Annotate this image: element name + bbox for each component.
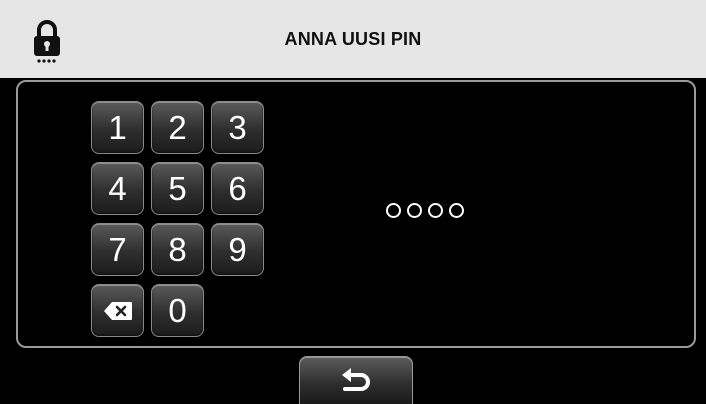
key-7[interactable]: 7 [91, 223, 144, 276]
key-2[interactable]: 2 [151, 101, 204, 154]
key-label: 9 [228, 231, 247, 268]
key-label: 7 [108, 231, 127, 268]
key-4[interactable]: 4 [91, 162, 144, 215]
back-button[interactable] [299, 356, 413, 404]
key-6[interactable]: 6 [211, 162, 264, 215]
pin-dot [428, 203, 443, 218]
key-label: 1 [108, 109, 127, 146]
key-label: 6 [228, 170, 247, 207]
key-8[interactable]: 8 [151, 223, 204, 276]
key-label: 3 [228, 109, 247, 146]
key-label: 0 [168, 292, 187, 329]
header-bar: ANNA UUSI PIN [0, 0, 706, 78]
key-label: 4 [108, 170, 127, 207]
return-arrow-icon [342, 367, 370, 391]
pin-dot [449, 203, 464, 218]
key-label: 5 [168, 170, 187, 207]
pin-indicator [386, 203, 464, 218]
key-3[interactable]: 3 [211, 101, 264, 154]
backspace-button[interactable] [91, 284, 144, 337]
key-5[interactable]: 5 [151, 162, 204, 215]
pin-dot [386, 203, 401, 218]
key-9[interactable]: 9 [211, 223, 264, 276]
pin-dot [407, 203, 422, 218]
backspace-icon [103, 301, 132, 320]
key-label: 2 [168, 109, 187, 146]
key-1[interactable]: 1 [91, 101, 144, 154]
key-0[interactable]: 0 [151, 284, 204, 337]
key-label: 8 [168, 231, 187, 268]
page-title: ANNA UUSI PIN [284, 28, 422, 49]
lock-icon [34, 20, 60, 63]
